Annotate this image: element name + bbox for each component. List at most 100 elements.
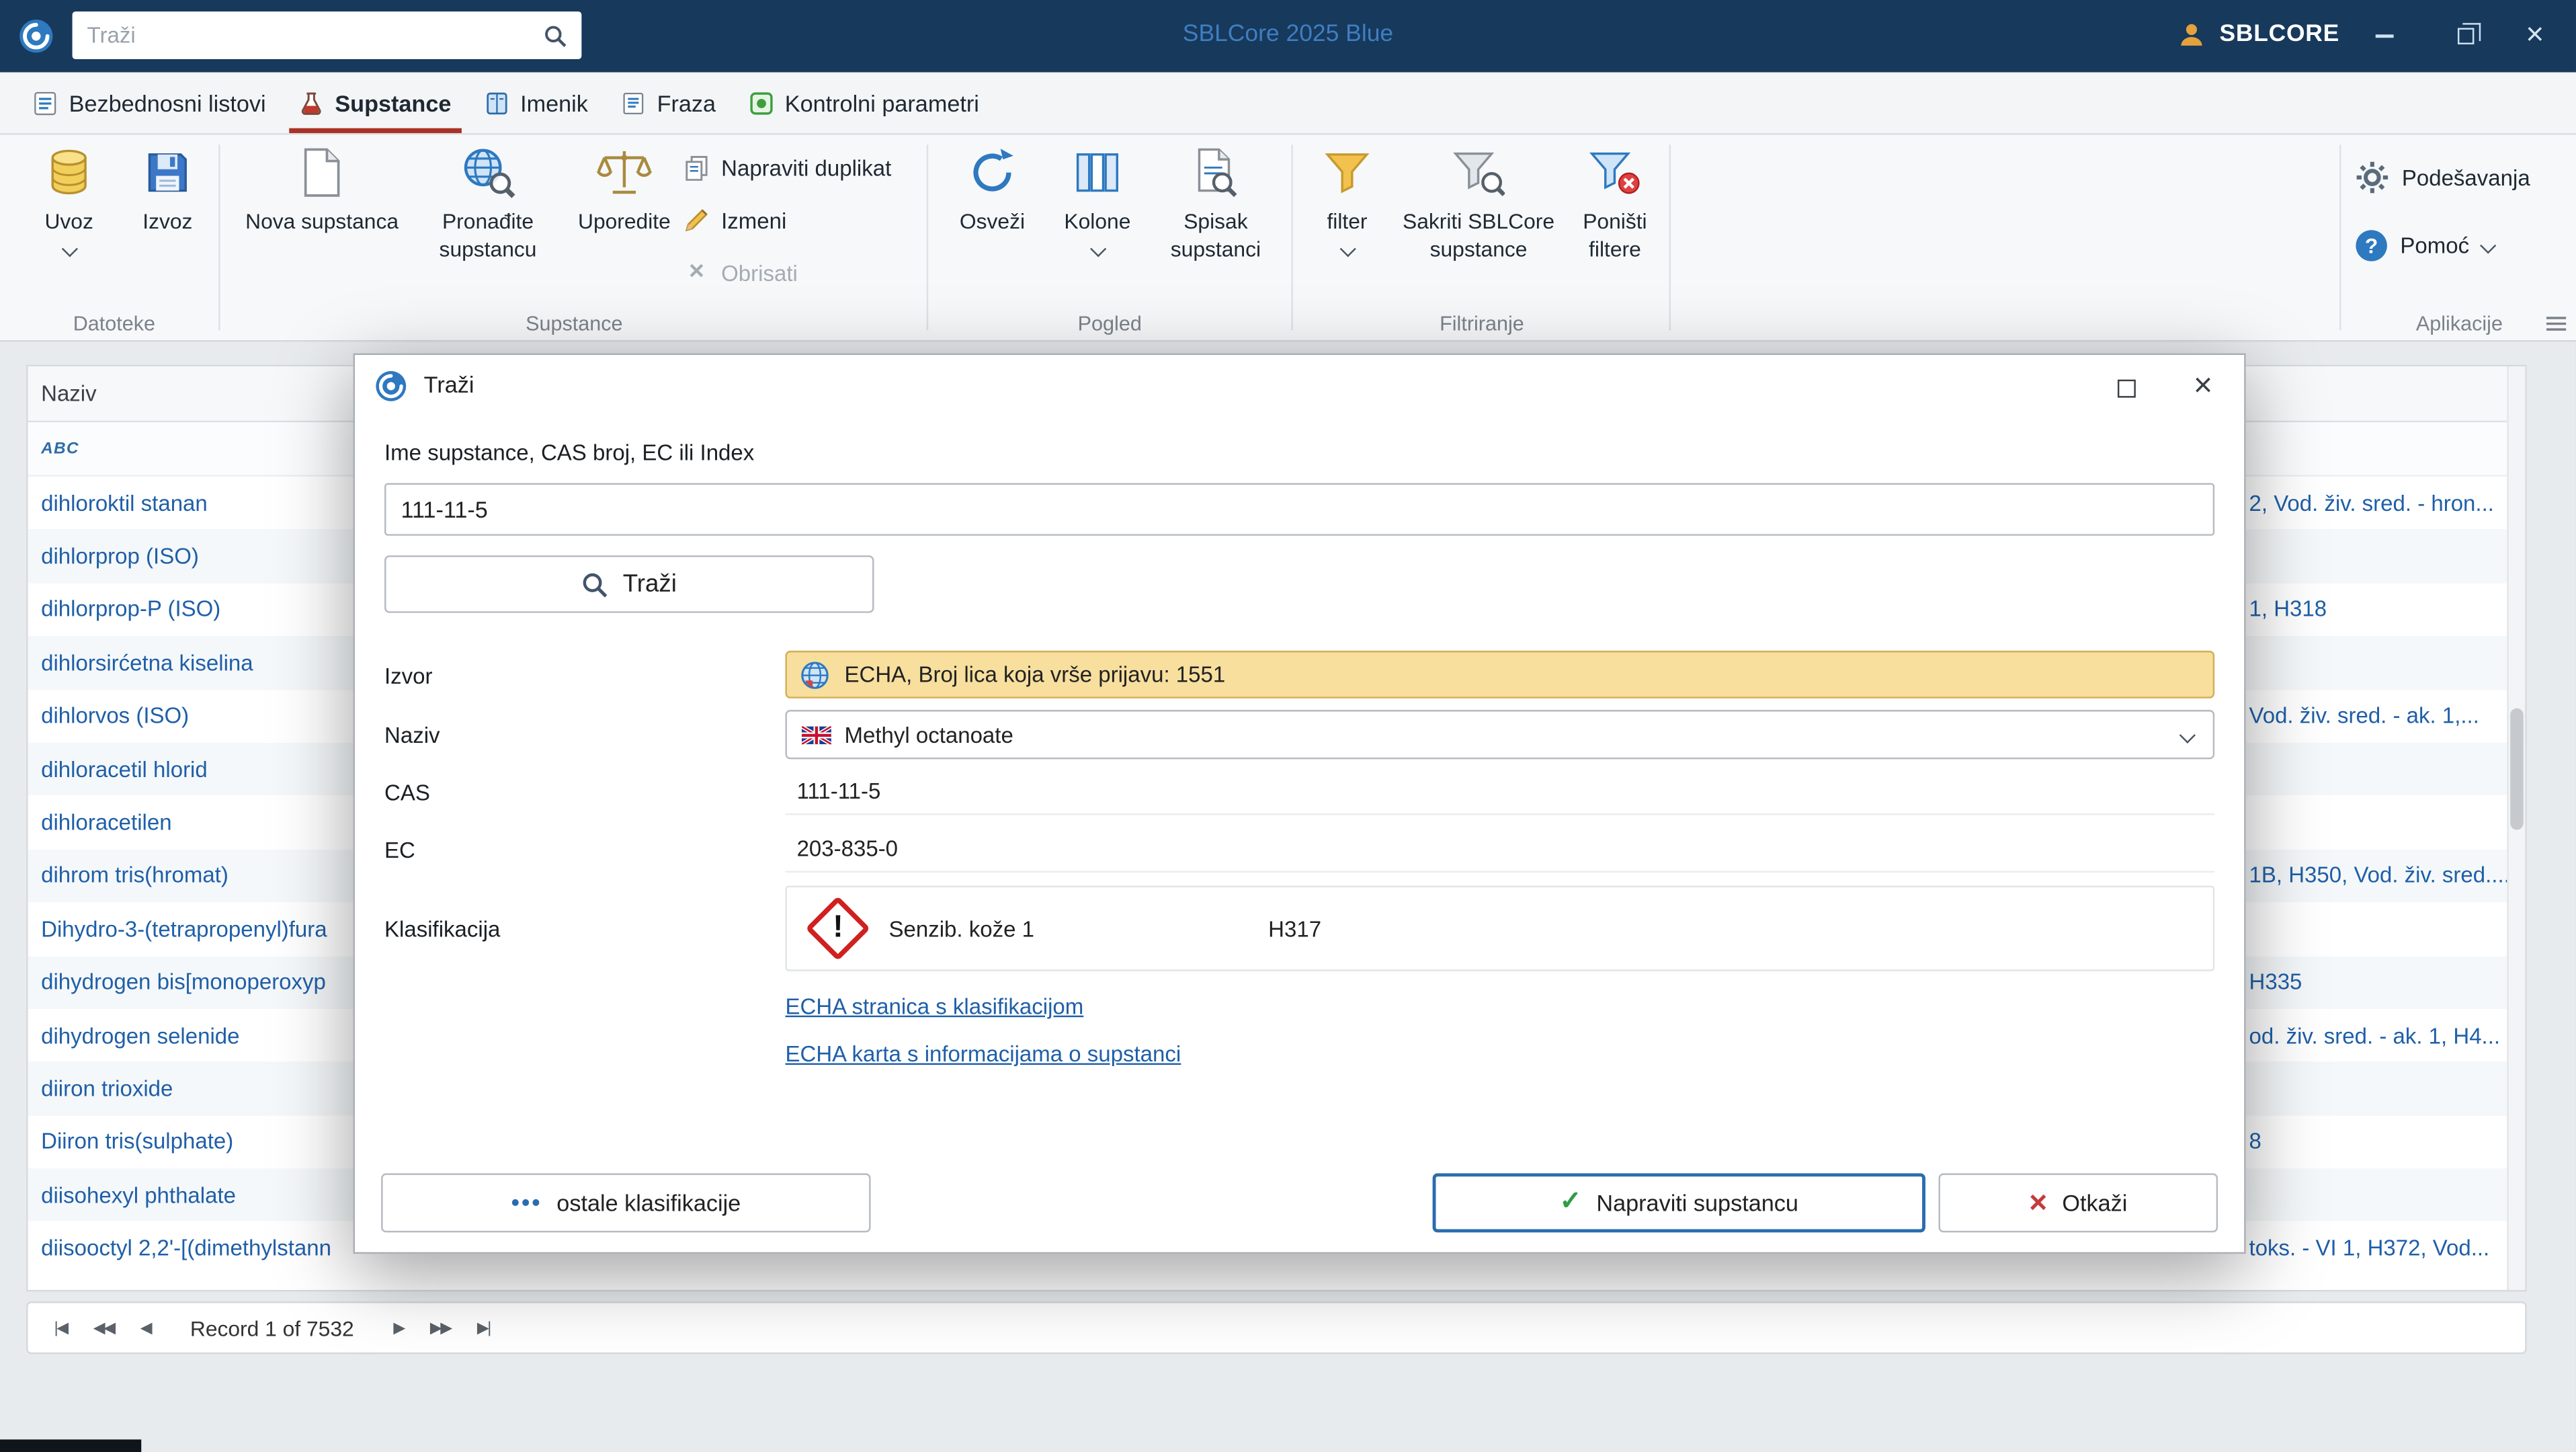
database-import-icon [43, 145, 95, 200]
app-logo-icon [18, 18, 54, 54]
account-area[interactable]: SBLCORE [2177, 19, 2339, 49]
titlebar-search[interactable] [72, 11, 582, 60]
globe-search-icon [460, 145, 515, 200]
ribbon-group-pogled: Osveži Kolone Spisak supstanci Pogled [930, 134, 1290, 340]
ribbon-group-datoteke: Uvoz Izvoz Datoteke [10, 134, 218, 340]
flask-icon [299, 89, 324, 116]
spisak-supstanci-button[interactable]: Spisak supstanci [1150, 145, 1282, 264]
restore-icon [2457, 22, 2480, 45]
prev-page-button[interactable]: ◀◀ [93, 1319, 116, 1337]
prev-record-button[interactable]: ◀ [140, 1319, 153, 1337]
naziv-dropdown[interactable]: Methyl octanoate [785, 710, 2215, 760]
global-search-input[interactable] [87, 23, 544, 48]
group-label-aplikacije: Aplikacije [2415, 312, 2503, 335]
tab-imenik[interactable]: Imenik [468, 73, 604, 133]
tab-fraza[interactable]: Fraza [604, 73, 732, 133]
help-icon: ? [2356, 230, 2387, 261]
napraviti-supstancu-button[interactable]: ✓ Napraviti supstancu [1432, 1173, 1925, 1233]
ostale-klasifikacije-button[interactable]: ••• ostale klasifikacije [381, 1173, 871, 1233]
check-icon: ✓ [1559, 1188, 1582, 1216]
sds-document-icon [33, 89, 58, 116]
izmeni-button[interactable]: Izmeni [683, 199, 786, 242]
izvor-field[interactable]: ECHA, Broj lica koja vrše prijavu: 1551 [785, 651, 2215, 698]
duplicate-icon [683, 155, 710, 181]
napraviti-duplikat-button[interactable]: Napraviti duplikat [683, 147, 891, 190]
record-count-label: Record 1 of 7532 [190, 1315, 354, 1340]
ribbon-group-supstance: Nova supstanca Pronađite supstancu Upore… [223, 134, 925, 340]
dialog-maximize-button[interactable] [2106, 368, 2146, 408]
group-launcher-icon[interactable] [2546, 315, 2567, 331]
echa-infocard-link[interactable]: ECHA karta s informacijama o supstanci [785, 1042, 1181, 1067]
echa-globe-icon [800, 659, 829, 689]
ribbon-separator [2339, 145, 2341, 331]
nova-supstanca-button[interactable]: Nova supstanca [237, 145, 407, 237]
obrisati-button[interactable]: × Obrisati [683, 251, 798, 294]
scrollbar-thumb[interactable] [2510, 708, 2524, 830]
account-label: SBLCORE [2219, 21, 2339, 48]
ribbon-separator [218, 145, 220, 331]
balance-scale-icon [596, 145, 653, 200]
tab-kontrolni-parametri[interactable]: Kontrolni parametri [733, 73, 996, 133]
dialog-search-button[interactable]: Traži [384, 555, 874, 613]
tab-supstance[interactable]: Supstance [282, 73, 468, 134]
dialog-close-button[interactable]: × [2182, 365, 2225, 408]
refresh-icon [966, 145, 1018, 200]
app-logo-icon [374, 370, 407, 403]
close-button[interactable]: × [2507, 0, 2563, 73]
ribbon: Uvoz Izvoz Datoteke Nova supstanca Prona… [0, 134, 2576, 342]
next-page-button[interactable]: ▶▶ [430, 1319, 452, 1337]
maximize-button[interactable] [2438, 0, 2494, 73]
uvoz-button[interactable]: Uvoz [26, 145, 112, 257]
chevron-down-icon [1339, 240, 1356, 257]
substance-search-input[interactable] [384, 483, 2215, 536]
delete-x-icon: × [689, 257, 704, 286]
ribbon-separator [1669, 145, 1671, 331]
vertical-scrollbar[interactable] [2507, 366, 2526, 1290]
sakriti-sblcore-button[interactable]: Sakriti SBLCore supstance [1397, 145, 1561, 264]
bottom-left-dark-strip [0, 1439, 142, 1452]
dots-icon: ••• [511, 1188, 542, 1217]
dialog-title: Traži [423, 371, 474, 398]
ponisti-filtere-button[interactable]: Poništi filtere [1564, 145, 1666, 264]
search-icon [582, 571, 608, 597]
classification-box: ! Senzib. kože 1 H317 [785, 885, 2215, 971]
otkazi-button[interactable]: × Otkaži [1938, 1173, 2218, 1233]
chevron-down-icon[interactable] [2179, 726, 2196, 743]
trazi-dialog: Traži × Ime supstance, CAS broj, EC ili … [353, 353, 2246, 1254]
izvor-label: Izvor [384, 663, 433, 689]
group-label-filtriranje: Filtriranje [1440, 312, 1524, 335]
naziv-label: Naziv [384, 723, 440, 748]
columns-icon [1073, 145, 1122, 200]
abc-filter-icon: ABC [41, 439, 79, 458]
pencil-icon [683, 207, 710, 233]
search-field-label: Ime supstance, CAS broj, EC ili Index [384, 440, 755, 465]
user-icon [2177, 19, 2206, 49]
hazard-statement-code: H317 [1268, 916, 1322, 941]
ribbon-group-filtriranje: filter Sakriti SBLCore supstance Poništi… [1294, 134, 1669, 340]
export-save-icon [141, 145, 194, 200]
record-navigator: |◀ ◀◀ ◀ Record 1 of 7532 ▶ ▶▶ ▶| [26, 1301, 2527, 1355]
ec-field[interactable]: 203-835-0 [785, 827, 2215, 873]
minimize-button[interactable] [2356, 0, 2411, 73]
cas-field[interactable]: 111-11-5 [785, 769, 2215, 815]
next-record-button[interactable]: ▶ [393, 1319, 405, 1337]
app-title: SBLCore 2025 Blue [1182, 21, 1394, 48]
chevron-down-icon [1089, 240, 1106, 257]
cancel-x-icon: × [2029, 1185, 2048, 1221]
tab-bezbednosni-listovi[interactable]: Bezbednosni listovi [16, 73, 282, 133]
cas-label: CAS [384, 780, 430, 805]
first-record-button[interactable]: |◀ [54, 1319, 69, 1337]
ghs07-pictogram-icon: ! [787, 895, 889, 961]
last-record-button[interactable]: ▶| [477, 1319, 491, 1337]
pomoc-button[interactable]: ? Pomoć [2356, 230, 2497, 261]
osvezi-button[interactable]: Osveži [940, 145, 1044, 237]
izvoz-button[interactable]: Izvoz [125, 145, 210, 237]
kolone-button[interactable]: Kolone [1048, 145, 1147, 257]
document-search-icon [1190, 145, 1242, 200]
echa-classification-link[interactable]: ECHA stranica s klasifikacijom [785, 994, 1083, 1019]
podesavanja-button[interactable]: Podešavanja [2356, 161, 2530, 194]
uporedite-button[interactable]: Uporedite [572, 145, 677, 237]
search-icon[interactable] [544, 24, 567, 46]
filter-button[interactable]: filter [1301, 145, 1393, 257]
pronadite-supstancu-button[interactable]: Pronađite supstancu [407, 145, 569, 264]
